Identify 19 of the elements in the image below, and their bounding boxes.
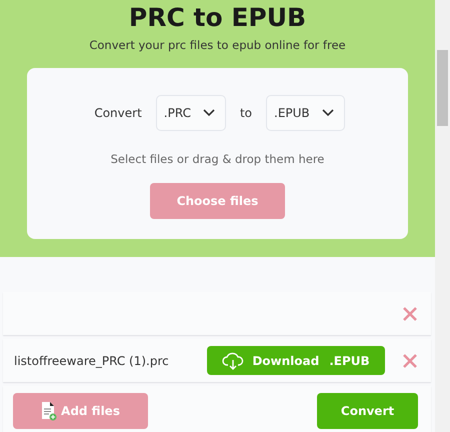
- convert-button[interactable]: Convert: [317, 393, 418, 429]
- scrollbar-thumb[interactable]: [437, 50, 448, 126]
- file-name: listoffreeware_PRC (1).prc: [14, 354, 169, 368]
- add-files-button[interactable]: Add files: [13, 393, 148, 429]
- to-label: to: [238, 106, 253, 120]
- chevron-icon: [202, 109, 215, 117]
- page-subtitle: Convert your prc files to epub online for free: [89, 38, 346, 52]
- cloud-download-icon: [222, 352, 244, 370]
- download-button[interactable]: Download .EPUB: [207, 346, 385, 375]
- choose-files-button[interactable]: Choose files: [150, 183, 285, 219]
- convert-label: Convert: [93, 106, 143, 120]
- drop-hint: Select files or drag & drop them here: [110, 152, 324, 166]
- add-file-icon: [41, 401, 58, 421]
- remove-icon[interactable]: [403, 354, 417, 368]
- page-title: PRC to EPUB: [128, 2, 306, 34]
- format-dropdown[interactable]: .EPUB: [266, 95, 345, 131]
- format-dropdown[interactable]: .PRC: [156, 95, 226, 131]
- chevron-icon: [322, 109, 334, 117]
- remove-icon[interactable]: [403, 306, 417, 320]
